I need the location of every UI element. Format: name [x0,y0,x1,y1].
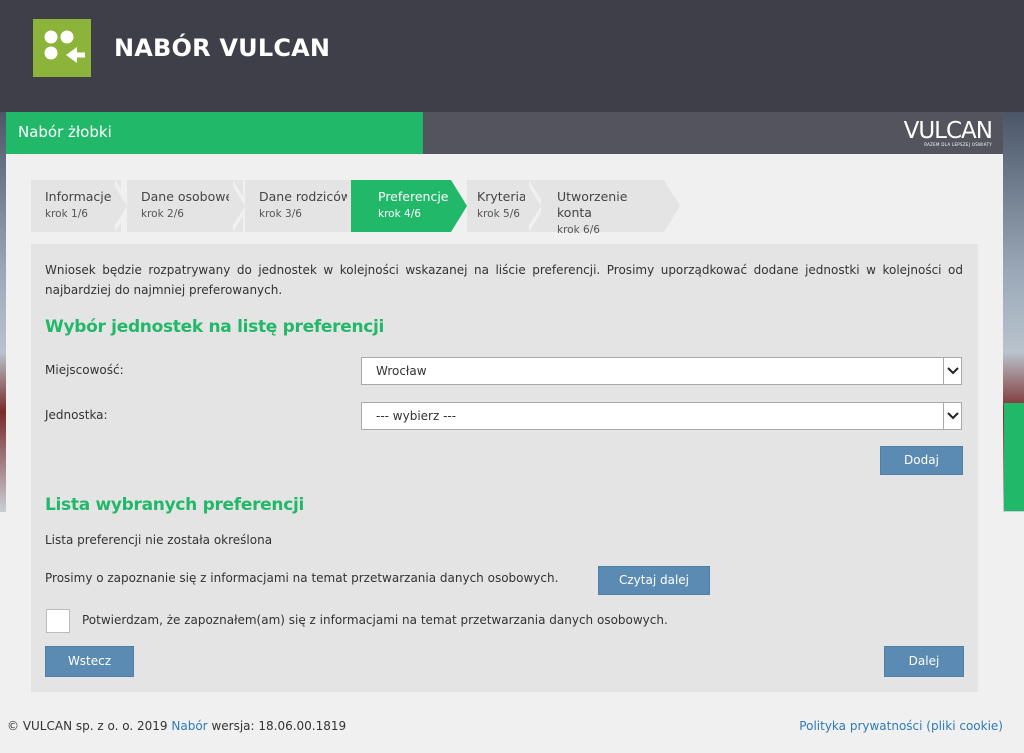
step-arrow [111,180,127,232]
step-arrow [525,180,541,232]
version-text: wersja: 18.06.00.1819 [211,719,347,733]
step-number: krok 4/6 [378,208,421,220]
app-link[interactable]: Nabór [171,719,207,733]
chevron-down-icon[interactable] [943,358,961,384]
step-dane-osobowe[interactable]: Dane osobowe krok 2/6 [127,180,243,232]
unit-label: Jednostka: [45,408,108,422]
dots-arrow-logo-icon [44,30,85,63]
step-informacje[interactable]: Informacje krok 1/6 [31,180,121,232]
step-number: krok 1/6 [45,208,88,220]
intro-text: Wniosek będzie rozpatrywany do jednostek… [45,263,963,297]
module-title: Nabór żłobki [6,112,423,154]
step-label: Preferencje [378,189,449,204]
step-arrow [451,180,467,232]
privacy-policy-link[interactable]: Polityka prywatności (pliki cookie) [799,719,1003,733]
back-button[interactable]: Wstecz [45,646,134,677]
step-utworzenie-konta[interactable]: Utworzenie konta krok 6/6 [541,180,664,236]
chevron-down-icon[interactable] [943,403,961,429]
step-label: Informacje [45,189,112,204]
step-label: Dane osobowe [141,189,234,204]
next-button[interactable]: Dalej [884,646,964,677]
brand-name: VULCAN [903,118,993,144]
app-logo[interactable] [33,19,91,77]
footer-copyright: © VULCAN sp. z o. o. 2019 Nabór wersja: … [7,719,346,733]
step-arrow [664,180,680,232]
step-arrow [229,180,245,232]
vulcan-brand-logo: VULCAN RAZEM DLA LEPSZEJ OŚWIATY [903,118,993,147]
background-accent [1004,403,1024,511]
privacy-info-text: Prosimy o zapoznanie się z informacjami … [45,571,559,585]
copyright-text: © VULCAN sp. z o. o. 2019 [7,719,168,733]
city-select-value: Wrocław [376,364,427,378]
city-label: Miejscowość: [45,363,124,377]
empty-list-message: Lista preferencji nie została określona [45,533,273,547]
app-title: NABÓR VULCAN [114,34,331,62]
unit-select[interactable]: --- wybierz --- [361,402,962,430]
step-number: krok 2/6 [141,208,184,220]
step-label: Utworzenie konta [557,189,628,220]
read-more-button[interactable]: Czytaj dalej [598,566,710,595]
step-number: krok 6/6 [557,224,600,236]
city-select[interactable]: Wrocław [361,357,962,385]
step-dane-rodzicow[interactable]: Dane rodziców krok 3/6 [245,180,363,232]
privacy-confirm-label[interactable]: Potwierdzam, że zapoznałem(am) się z inf… [82,613,668,627]
step-preferencje[interactable]: Preferencje krok 4/6 [351,180,451,232]
privacy-confirm-checkbox[interactable] [46,609,70,633]
list-section-title: Lista wybranych preferencji [45,495,305,515]
add-button[interactable]: Dodaj [880,446,963,475]
unit-select-value: --- wybierz --- [376,409,457,423]
selection-section-title: Wybór jednostek na listę preferencji [45,317,385,337]
